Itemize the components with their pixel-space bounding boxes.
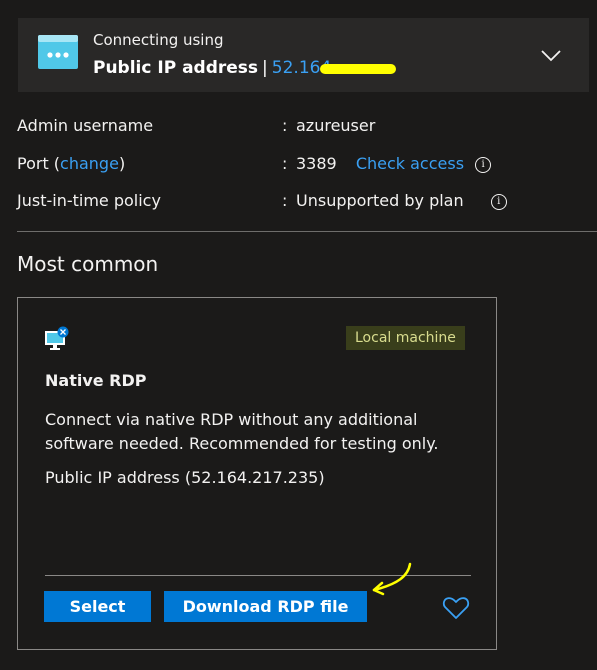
port-value-row: 3389 Check access i — [296, 154, 492, 173]
port-colon: : — [282, 154, 288, 173]
highlight-annotation-icon — [320, 64, 396, 74]
connection-method: Public IP address | 52.164 — [93, 58, 331, 78]
card-description: Connect via native RDP without any addit… — [45, 410, 439, 453]
section-title: Most common — [17, 252, 159, 276]
jit-policy-value-row: Unsupported by plan i — [296, 191, 507, 210]
port-label: Port (change) — [17, 154, 125, 173]
jit-policy-colon: : — [282, 191, 288, 210]
jit-policy-label: Just-in-time policy — [17, 191, 161, 210]
connection-method-label: Public IP address — [93, 58, 259, 78]
port-value: 3389 — [296, 154, 337, 173]
chevron-down-icon[interactable] — [541, 50, 561, 62]
admin-username-label: Admin username — [17, 116, 154, 135]
local-machine-badge: Local machine — [346, 326, 465, 350]
port-label-prefix: Port ( — [17, 154, 61, 173]
card-title: Native RDP — [45, 371, 147, 390]
monitor-connection-icon — [38, 35, 78, 69]
connection-selector[interactable]: Connecting using Public IP address | 52.16… — [18, 18, 589, 92]
connection-subtitle: Connecting using — [93, 31, 224, 49]
arrow-annotation-icon — [372, 562, 412, 596]
heart-icon[interactable] — [442, 596, 470, 620]
connection-separator: | — [262, 58, 268, 78]
info-icon[interactable]: i — [490, 193, 507, 210]
port-change-link[interactable]: change — [60, 154, 119, 173]
connect-panel: Connecting using Public IP address | 52.16… — [0, 0, 597, 670]
info-icon[interactable]: i — [475, 156, 492, 173]
check-access-link[interactable]: Check access — [356, 154, 464, 173]
select-button[interactable]: Select — [44, 591, 151, 622]
jit-policy-value: Unsupported by plan — [296, 191, 464, 210]
remote-desktop-icon — [45, 326, 69, 350]
admin-username-colon: : — [282, 116, 288, 135]
native-rdp-card: Local machine Native RDP Connect via nat… — [17, 297, 497, 650]
card-ip-text: Public IP address (52.164.217.235) — [45, 468, 325, 487]
section-divider — [17, 231, 597, 232]
port-label-suffix: ) — [118, 154, 126, 173]
admin-username-value: azureuser — [296, 116, 376, 135]
download-rdp-button[interactable]: Download RDP file — [164, 591, 367, 622]
